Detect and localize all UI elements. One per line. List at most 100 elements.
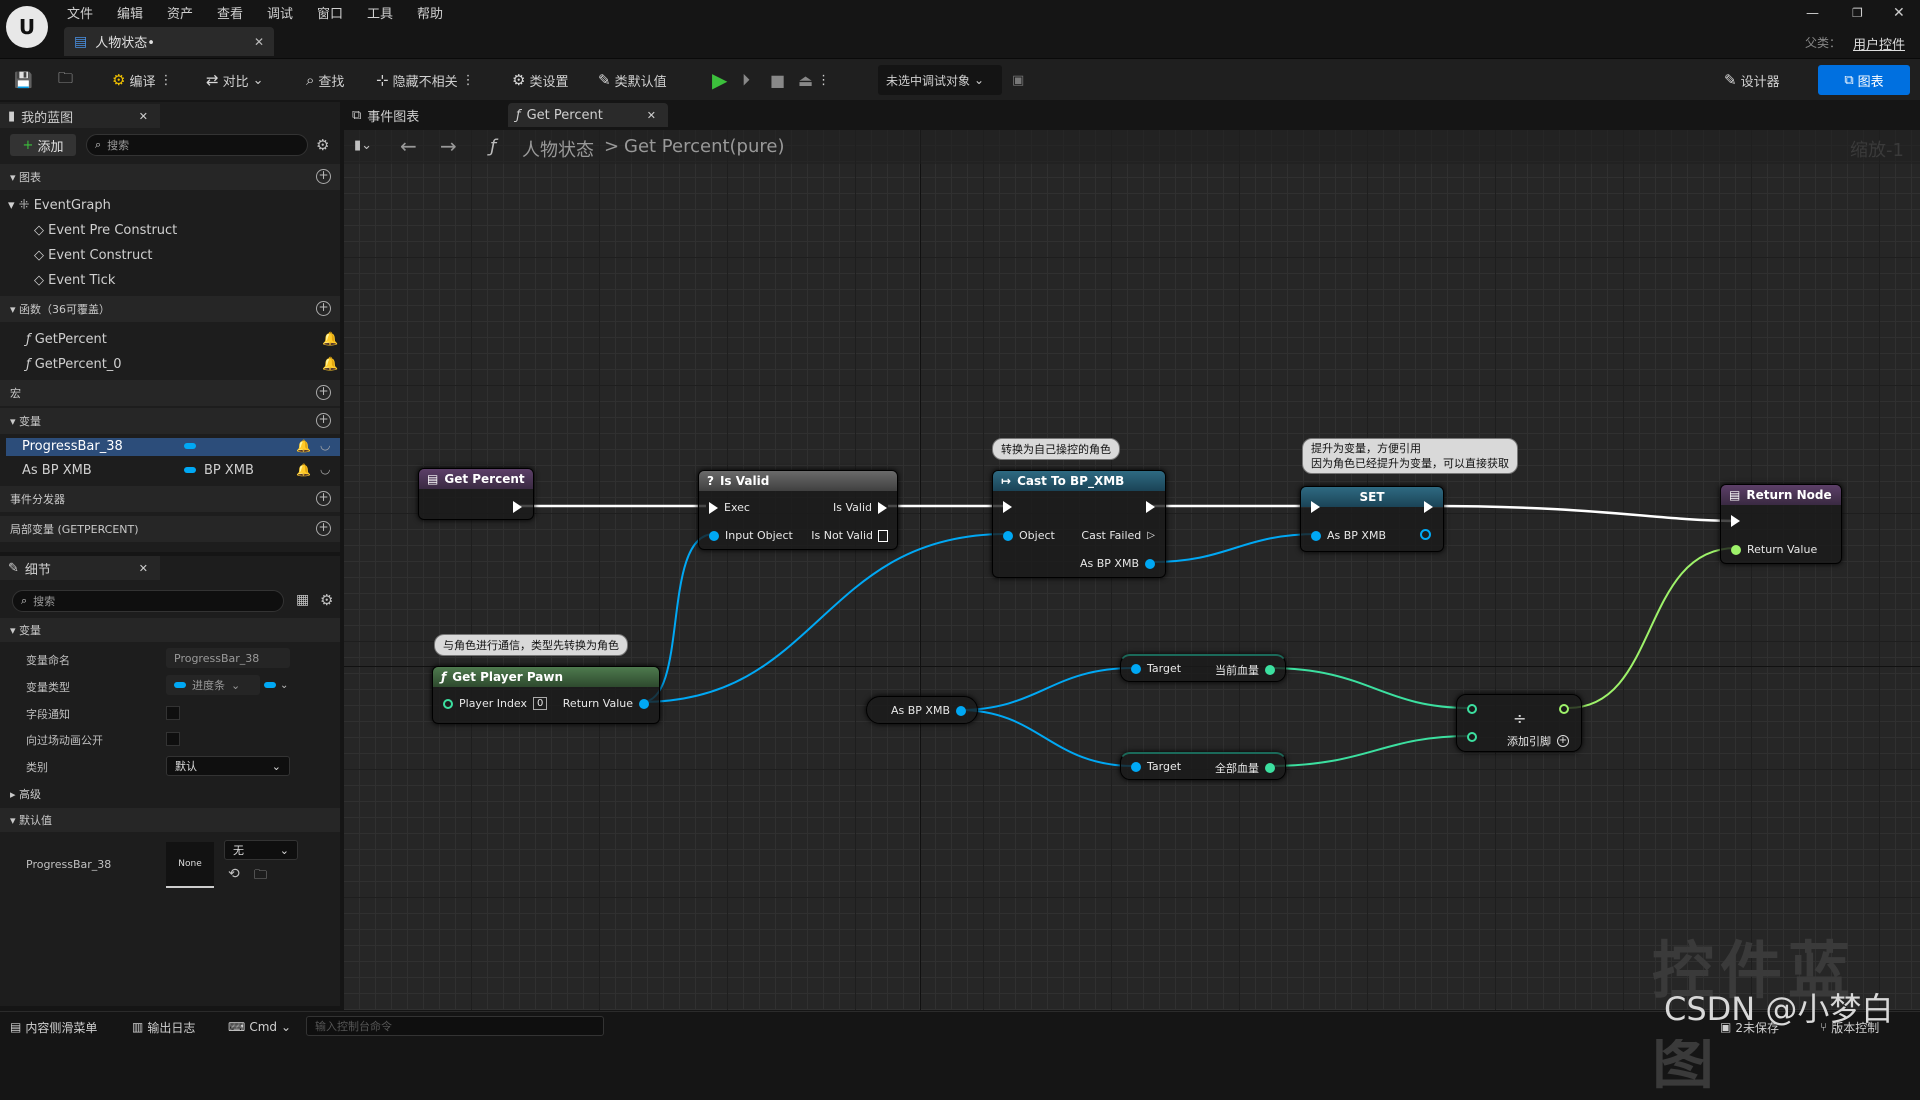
object-wire [1151,533,1319,563]
divide-out-pin[interactable] [1559,704,1569,714]
node-header: ↦ Cast To BP_XMB [993,471,1165,491]
add-circle-icon: + [1557,735,1569,747]
max-hp-out-pin[interactable]: 全部血量 [1215,760,1275,776]
question-icon: ? [707,474,714,488]
player-index-input[interactable]: 0 [533,697,548,710]
float-wire [1267,735,1471,767]
cast-failed-pin[interactable]: Cast Failed ▷ [1081,529,1155,542]
return-value-pin[interactable]: Return Value [563,697,649,710]
object-wire [641,533,1007,703]
divide-node[interactable]: ÷ 添加引脚 + [1456,694,1582,752]
log-icon: ▥ [132,1020,144,1034]
output-log-label: 输出日志 [147,1020,196,1035]
target-pin[interactable]: Target [1131,662,1181,675]
node-title: Is Valid [719,474,770,488]
get-player-pawn-node[interactable]: ƒ Get Player Pawn Player Index 0 Return Va… [432,666,660,724]
is-valid-out-pin[interactable]: Is Valid [833,501,887,514]
float-wire [1267,667,1471,709]
cast-icon: ↦ [1001,474,1012,488]
console-input[interactable]: 输入控制台命令 [306,1016,604,1036]
is-not-valid-out-pin[interactable]: Is Not Valid [811,529,888,542]
object-wire [958,667,1135,711]
status-bar: ▤ 内容侧滑菜单 ▥ 输出日志 ⌨ Cmd ⌄ 输入控制台命令 ▣ 2未保存 ⑂ 版本控制 [0,1011,1920,1039]
console-placeholder: 输入控制台命令 [315,1020,392,1033]
comment-line: 因为角色已经提升为变量，可以直接获取 [1311,457,1509,470]
variable-get-node[interactable]: As BP XMB [866,696,978,724]
node-title: Cast To BP_XMB [1017,474,1125,488]
comment-bubble[interactable]: 与角色进行通信，类型先转换为角色 [434,634,628,656]
float-wire [1567,547,1737,709]
node-title: SET [1359,490,1385,504]
divide-symbol: ÷ [1513,709,1527,728]
pin-label: Is Valid [833,501,872,514]
cast-node[interactable]: ↦ Cast To BP_XMB Object Cast Failed ▷ As B… [992,470,1166,578]
target-pin[interactable]: Target [1131,760,1181,773]
content-drawer-button[interactable]: ▤ 内容侧滑菜单 [10,1012,97,1042]
current-hp-out-pin[interactable]: 当前血量 [1215,662,1275,678]
pin-label: As BP XMB [1327,529,1387,542]
node-header: ▤ Return Node [1721,485,1841,505]
csdn-watermark: CSDN @小梦白 [1664,990,1894,1028]
pin-label: 全部血量 [1215,762,1259,775]
node-header: ▤ Get Percent [419,469,533,489]
pin-label: Input Object [725,529,793,542]
function-icon: ƒ [441,670,447,684]
pin-label: Return Value [1747,543,1818,556]
input-object-pin[interactable]: Input Object [709,529,793,542]
content-drawer-label: 内容侧滑菜单 [25,1020,98,1035]
cmd-label: Cmd [249,1020,278,1034]
console-icon: ⌨ [228,1020,246,1034]
exec-in-pin[interactable] [1311,501,1320,513]
cmd-select[interactable]: ⌨ Cmd ⌄ [228,1012,291,1042]
pin-label: 当前血量 [1215,664,1259,677]
add-pin-button[interactable]: 添加引脚 + [1507,733,1569,749]
node-header: SET [1301,487,1443,507]
set-node[interactable]: SET As BP XMB [1300,486,1444,552]
exec-out-pin[interactable] [1146,501,1155,513]
exec-in-pin[interactable]: Exec [709,501,750,514]
current-hp-node[interactable]: Target 当前血量 [1120,654,1286,682]
function-entry-node[interactable]: ▤ Get Percent [418,468,534,520]
as-bp-xmb-in-pin[interactable]: As BP XMB [1311,529,1386,542]
pin-label: Return Value [562,697,633,710]
graph-wires [520,504,1737,767]
return-icon: ▤ [1729,488,1741,502]
function-entry-icon: ▤ [427,472,439,486]
comment-line: 提升为变量，方便引用 [1311,442,1421,455]
as-bp-xmb-out-pin[interactable]: As BP XMB [891,704,967,717]
object-wire [958,709,1135,767]
pin-label: Player Index [459,697,528,710]
output-pin[interactable] [1420,529,1431,540]
node-header: ? Is Valid [699,471,897,491]
pin-label: Target [1147,662,1182,675]
drawer-icon: ▤ [10,1020,22,1034]
exec-wire [1427,504,1735,523]
pin-label: As BP XMB [891,704,951,717]
exec-out-pin[interactable] [1424,501,1433,513]
return-value-pin[interactable]: Return Value [1731,543,1817,556]
divide-in-pin-a[interactable] [1467,704,1477,714]
node-title: Return Node [1746,488,1832,502]
as-bp-xmb-out-pin[interactable]: As BP XMB [1080,557,1155,570]
pin-label: Exec [724,501,750,514]
pin-label: Is Not Valid [811,529,873,542]
is-valid-node[interactable]: ? Is Valid Exec Is Valid Input Object Is … [698,470,898,550]
chevron-down-icon: ⌄ [281,1020,292,1034]
player-index-pin[interactable]: Player Index 0 [443,697,548,710]
output-log-button[interactable]: ▥ 输出日志 [132,1012,195,1042]
exec-in-pin[interactable] [1731,515,1740,527]
pin-label: Cast Failed [1081,529,1142,542]
max-hp-node[interactable]: Target 全部血量 [1120,752,1286,780]
pin-label: Target [1147,760,1182,773]
node-title: Get Percent [444,472,525,486]
return-node[interactable]: ▤ Return Node Return Value [1720,484,1842,564]
exec-out-pin[interactable] [513,501,522,513]
node-title: Get Player Pawn [452,670,564,684]
pin-label: Object [1019,529,1055,542]
divide-in-pin-b[interactable] [1467,732,1477,742]
comment-bubble[interactable]: 转换为自己操控的角色 [992,438,1120,460]
object-pin[interactable]: Object [1003,529,1055,542]
comment-bubble[interactable]: 提升为变量，方便引用 因为角色已经提升为变量，可以直接获取 [1302,438,1518,474]
node-header: ƒ Get Player Pawn [433,667,659,687]
exec-in-pin[interactable] [1003,501,1012,513]
